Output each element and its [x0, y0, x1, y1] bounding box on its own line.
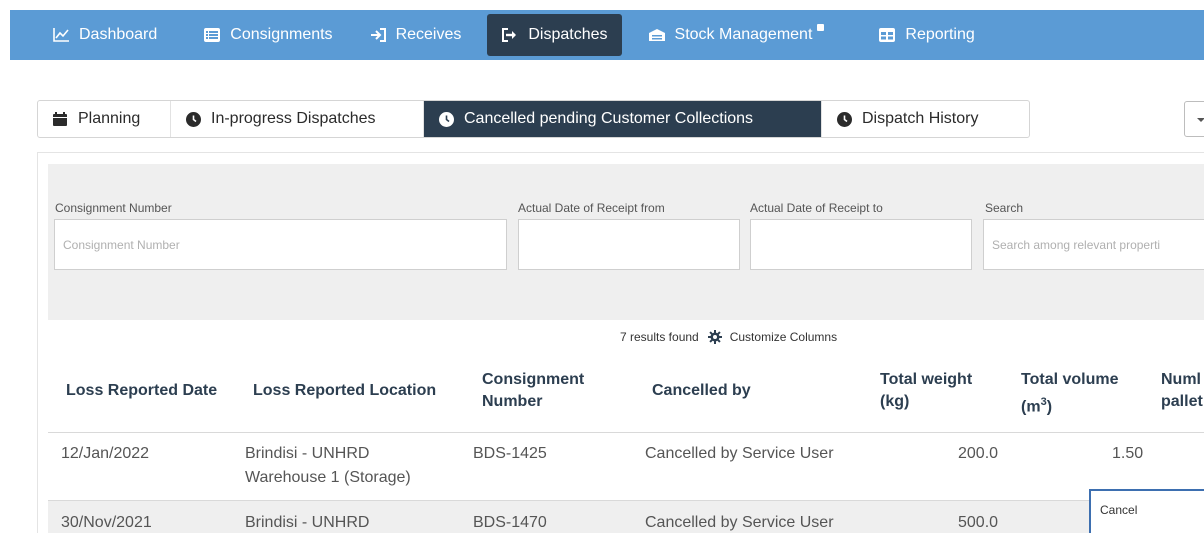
sign-out-icon — [501, 26, 519, 44]
cell-loss-location: Brindisi - UNHRD Warehouse 1 (Storage) — [245, 442, 411, 490]
search-input[interactable]: Search among relevant properti — [983, 219, 1204, 270]
clock-icon — [438, 111, 454, 127]
cell-total-volume: 1.50 — [1112, 445, 1144, 462]
nav-receives[interactable]: Receives — [355, 14, 476, 56]
column-header-consignment-line2: Number — [482, 393, 543, 410]
table-icon — [878, 26, 896, 44]
nav-dashboard-label: Dashboard — [79, 26, 158, 43]
volume-unit-open: (m — [1021, 398, 1041, 416]
cell-location-line1: Brindisi - UNHRD — [245, 445, 370, 462]
nav-consignments-label: Consignments — [230, 26, 333, 43]
customize-columns-link[interactable]: Customize Columns — [730, 330, 837, 344]
column-header-volume-line1: Total volume — [1021, 371, 1119, 388]
list-icon — [203, 26, 221, 44]
nav-reporting[interactable]: Reporting — [864, 14, 988, 56]
column-header-loss-location[interactable]: Loss Reported Location — [253, 380, 436, 402]
calendar-icon — [52, 111, 68, 127]
clock-icon — [836, 111, 852, 127]
gear-icon[interactable] — [707, 330, 722, 344]
tab-in-progress-label: In-progress Dispatches — [211, 110, 376, 127]
search-label: Search — [985, 201, 1024, 215]
tab-planning[interactable]: Planning — [38, 101, 171, 137]
nav-dashboard[interactable]: Dashboard — [38, 14, 171, 56]
column-header-consignment-line1: Consignment — [482, 371, 585, 388]
date-to-label: Actual Date of Receipt to — [750, 201, 883, 215]
cell-consignment: BDS-1470 — [473, 514, 547, 531]
results-bar: 7 results found Customize Columns — [620, 330, 837, 344]
nav-reporting-label: Reporting — [905, 26, 975, 43]
tab-planning-label: Planning — [78, 110, 141, 127]
clock-icon — [185, 111, 201, 127]
column-header-pallets-line2: pallet — [1161, 393, 1203, 410]
cell-loss-location: Brindisi - UNHRD — [245, 514, 370, 531]
cell-loss-date: 30/Nov/2021 — [61, 514, 152, 531]
cell-total-weight: 200.0 — [958, 445, 999, 462]
nav-consignments[interactable]: Consignments — [189, 14, 346, 56]
nav-receives-label: Receives — [395, 26, 462, 43]
column-header-pallets[interactable]: Numl pallet — [1161, 369, 1204, 413]
volume-unit-close: ) — [1046, 398, 1053, 416]
sign-in-icon — [369, 26, 387, 44]
column-header-weight-line2: (kg) — [880, 393, 910, 410]
options-dropdown-button[interactable] — [1184, 101, 1204, 137]
nav-dispatches[interactable]: Dispatches — [487, 14, 622, 56]
column-header-volume-line2: (m3) — [1021, 391, 1119, 418]
consignment-number-input[interactable]: Consignment Number — [54, 219, 507, 270]
table-row[interactable] — [48, 500, 1204, 533]
dispatch-subtabs: Planning In-progress Dispatches Cancelle… — [37, 100, 1030, 138]
nav-stock-management-label: Stock Management — [674, 26, 813, 43]
top-navigation-bar: Dashboard Consignments Receives Dispatch… — [10, 10, 1204, 60]
column-header-pallets-line1: Numl — [1161, 371, 1201, 388]
column-header-weight-line1: Total weight — [880, 371, 973, 388]
tab-cancelled-pending[interactable]: Cancelled pending Customer Collections — [424, 101, 822, 137]
column-header-loss-date[interactable]: Loss Reported Date — [66, 380, 217, 402]
tab-dispatch-history-label: Dispatch History — [862, 110, 979, 127]
nav-stock-management[interactable]: Stock Management — [634, 14, 827, 56]
date-from-input[interactable] — [518, 219, 740, 270]
results-count: 7 results found — [620, 330, 699, 344]
cell-location-line2: Warehouse 1 (Storage) — [245, 469, 411, 486]
consignment-number-label: Consignment Number — [55, 201, 172, 215]
cell-cancelled-by: Cancelled by Service User — [645, 445, 834, 462]
notification-dot — [817, 24, 825, 31]
cancel-menu-item[interactable]: Cancel — [1089, 489, 1204, 533]
nav-dispatches-label: Dispatches — [528, 26, 608, 43]
warehouse-icon — [648, 26, 666, 44]
tab-dispatch-history[interactable]: Dispatch History — [822, 101, 1029, 137]
column-header-total-volume[interactable]: Total volume (m3) — [1021, 369, 1119, 418]
tab-cancelled-pending-label: Cancelled pending Customer Collections — [464, 110, 754, 127]
column-header-total-weight[interactable]: Total weight (kg) — [880, 369, 972, 413]
table-row[interactable] — [48, 433, 1204, 500]
cell-total-weight: 500.0 — [958, 514, 999, 531]
date-to-input[interactable] — [750, 219, 972, 270]
date-from-label: Actual Date of Receipt from — [518, 201, 665, 215]
cell-loss-date: 12/Jan/2022 — [61, 445, 150, 462]
tab-in-progress-dispatches[interactable]: In-progress Dispatches — [171, 101, 424, 137]
cell-cancelled-by: Cancelled by Service User — [645, 514, 834, 531]
column-header-cancelled-by[interactable]: Cancelled by — [652, 380, 751, 402]
caret-down-icon — [1197, 118, 1204, 122]
column-header-consignment[interactable]: Consignment Number — [482, 369, 584, 413]
cell-consignment: BDS-1425 — [473, 445, 547, 462]
chart-line-icon — [52, 26, 70, 44]
